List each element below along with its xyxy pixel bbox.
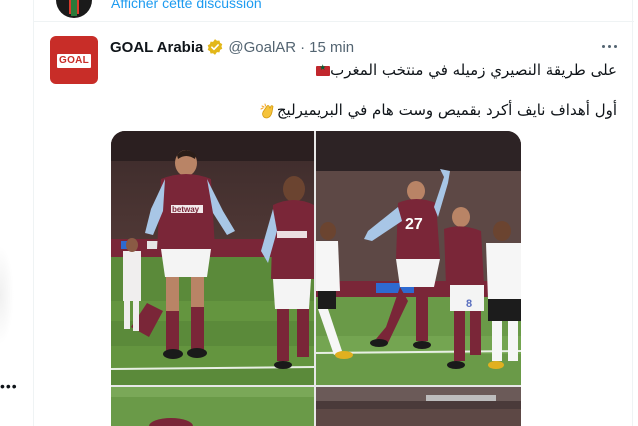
media-photo-4[interactable]: [316, 387, 521, 426]
author-name[interactable]: GOAL Arabia: [110, 39, 203, 56]
tweet[interactable]: GOAL GOAL Arabia @GoalAR · 15 min على طر…: [34, 23, 634, 426]
timeline: Afficher cette discussion GOAL GOAL Arab…: [33, 0, 634, 426]
left-rail-shadow: [0, 245, 14, 345]
photo1-sponsor-text: betway: [172, 205, 200, 214]
avatar-logo-text: GOAL: [59, 55, 90, 66]
header-separator: ·: [300, 38, 306, 56]
previous-tweet-avatar[interactable]: [56, 0, 92, 18]
show-thread-link[interactable]: Afficher cette discussion: [111, 0, 262, 11]
photo2-shirt-number: 27: [405, 216, 423, 233]
tweet-text-line-1: على طريقة النصيري زميله في منتخب المغرب: [310, 61, 617, 79]
verified-badge-icon: [206, 38, 224, 56]
tweet-timestamp[interactable]: 15 min: [309, 39, 354, 56]
tweet-header: GOAL Arabia @GoalAR · 15 min: [110, 37, 354, 57]
tweet-text-1: على طريقة النصيري زميله في منتخب المغرب: [330, 61, 617, 79]
media-photo-3[interactable]: [111, 387, 314, 426]
clapping-hands-icon: [259, 102, 277, 120]
tweet-media-grid[interactable]: betway 27 8: [111, 131, 521, 426]
media-photo-2[interactable]: 27 8: [316, 131, 521, 385]
author-handle[interactable]: @GoalAR: [228, 39, 296, 56]
tweet-text-line-2: أول أهداف نايف أكرد بقميص وست هام في الب…: [253, 101, 617, 120]
author-avatar[interactable]: GOAL: [50, 36, 98, 84]
left-rail: •••: [0, 0, 32, 426]
previous-tweet[interactable]: Afficher cette discussion: [34, 0, 634, 22]
media-photo-1[interactable]: betway: [111, 131, 314, 385]
tweet-text-2: أول أهداف نايف أكرد بقميص وست هام في الب…: [276, 101, 617, 119]
morocco-flag-icon: [316, 63, 331, 76]
svg-text:8: 8: [466, 298, 472, 310]
more-options-icon[interactable]: [598, 37, 620, 55]
left-more-icon[interactable]: •••: [0, 379, 18, 393]
